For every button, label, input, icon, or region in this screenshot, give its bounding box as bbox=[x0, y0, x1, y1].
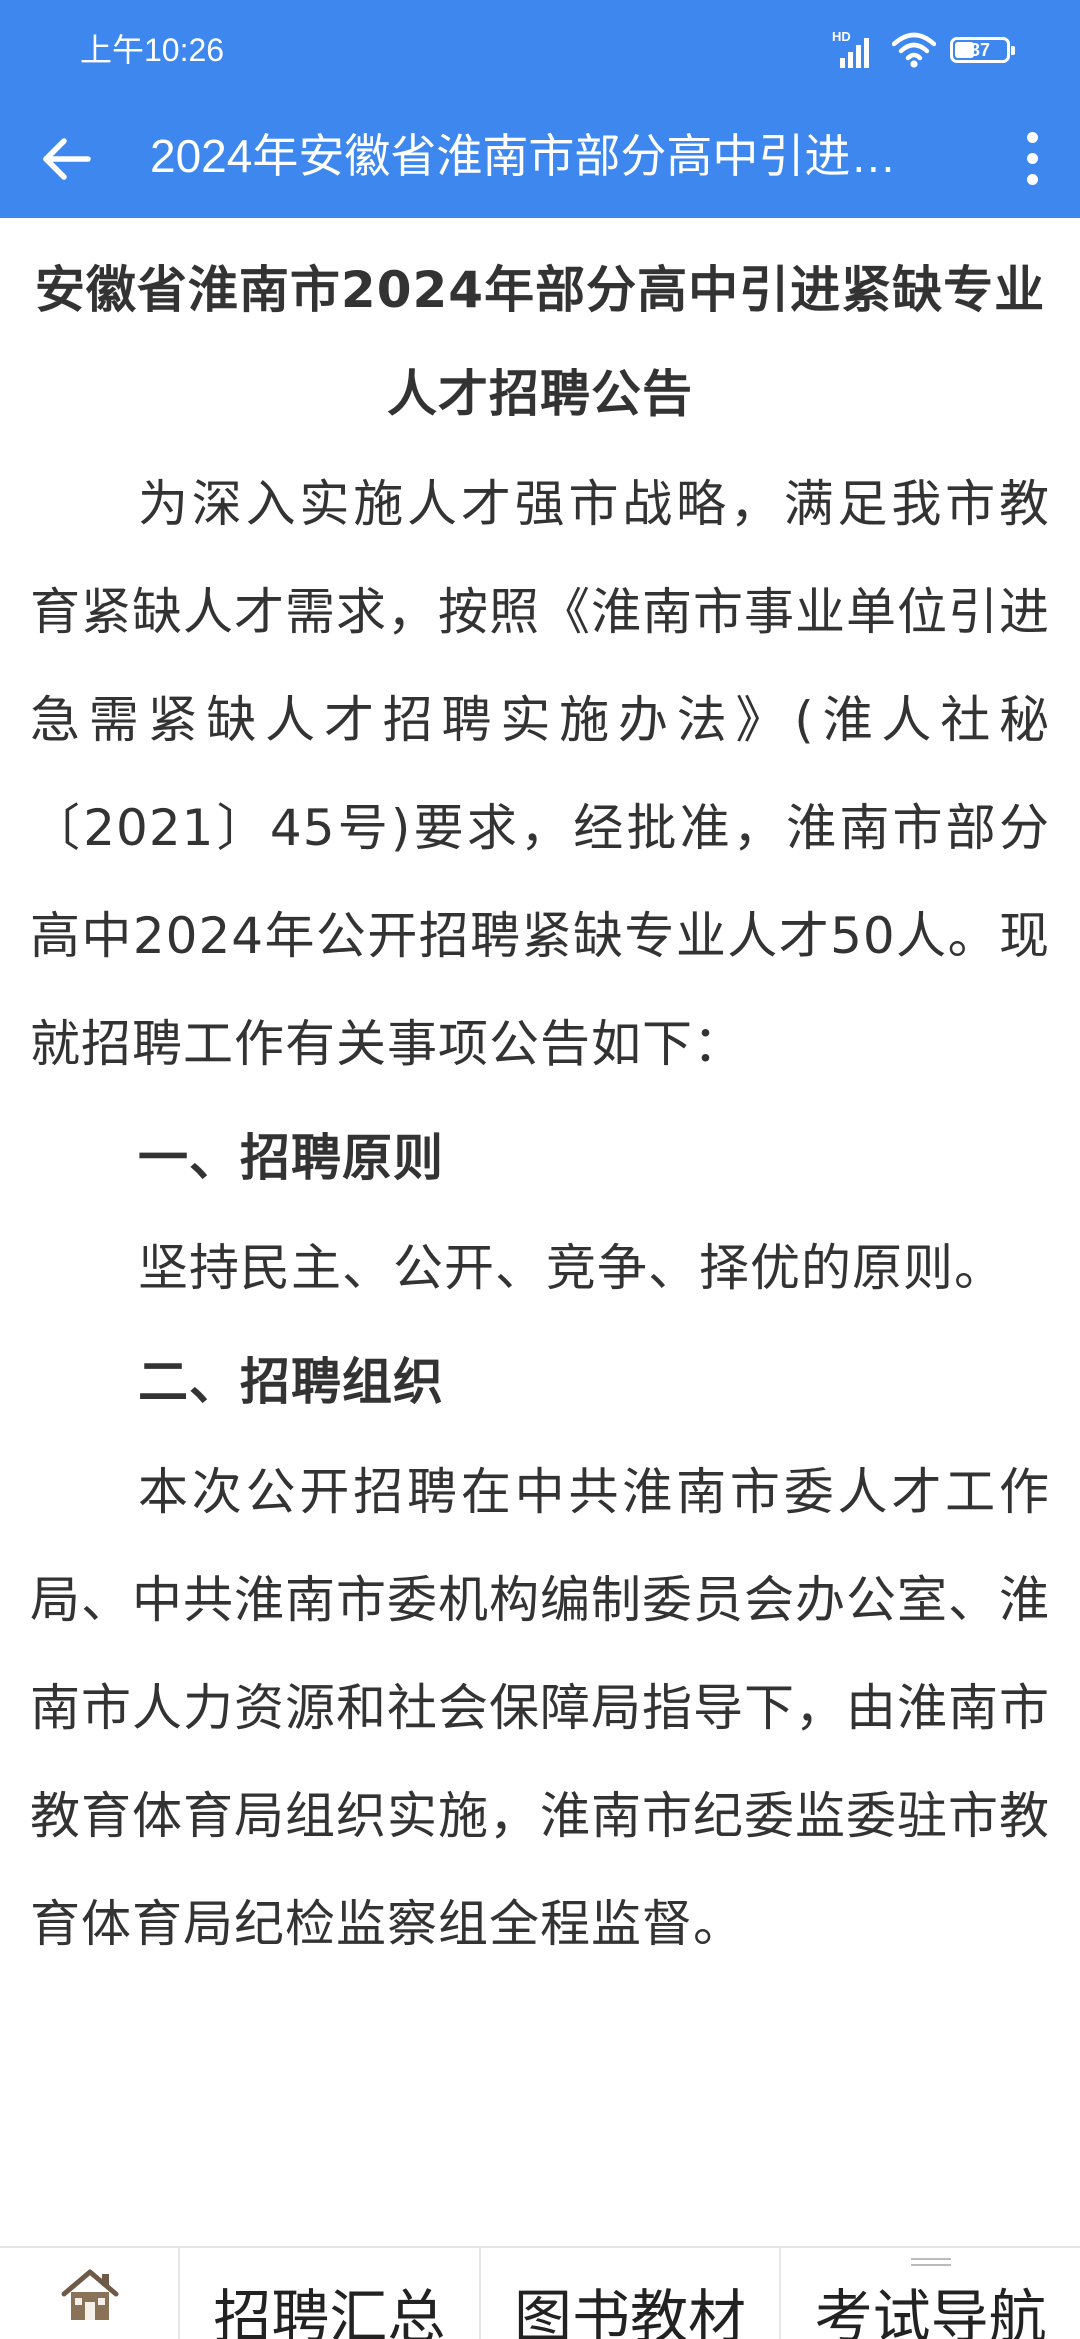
tab-books-materials[interactable]: 图书教材 bbox=[481, 2248, 782, 2339]
section-body-principle: 坚持民主、公开、竞争、择优的原则。 bbox=[138, 1239, 1005, 1297]
tab-label: 招聘汇总 bbox=[213, 2283, 446, 2339]
more-options-button[interactable] bbox=[1002, 120, 1062, 196]
tab-label: 考试导航 bbox=[814, 2283, 1047, 2339]
intro-paragraph: 为深入实施人才强市战略，满足我市教育紧缺人才需求，按照《淮南市事业单位引进急需紧… bbox=[30, 475, 1050, 1073]
battery-level: 37 bbox=[969, 40, 991, 60]
article-content[interactable]: 安徽省淮南市2024年部分高中引进紧缺专业人才招聘公告 为深入实施人才强市战略，… bbox=[30, 218, 1050, 2238]
section-body-organization: 本次公开招聘在中共淮南市委人才工作局、中共淮南市委机构编制委员会办公室、淮南市人… bbox=[30, 1463, 1050, 1953]
more-dot bbox=[1026, 173, 1038, 185]
wifi-icon bbox=[892, 32, 936, 68]
battery-icon: 37 bbox=[950, 37, 1015, 63]
article-title: 安徽省淮南市2024年部分高中引进紧缺专业人才招聘公告 bbox=[34, 261, 1046, 423]
more-vertical-icon bbox=[1026, 131, 1038, 143]
status-icons: HD 37 bbox=[832, 28, 1015, 72]
cellular-signal-icon: HD bbox=[832, 30, 878, 70]
app-bar: 2024年安徽省淮南市部分高中引进紧缺专业人才招聘公告 bbox=[0, 100, 1080, 218]
tab-menu-indicator-icon bbox=[910, 2258, 951, 2272]
more-dot bbox=[1026, 152, 1038, 164]
arrow-left-icon bbox=[43, 138, 91, 180]
home-tab[interactable] bbox=[0, 2248, 180, 2339]
app-title: 2024年安徽省淮南市部分高中引进紧缺专业人才招聘公告 bbox=[150, 130, 920, 182]
network-badge: HD bbox=[832, 29, 851, 44]
status-bar: 上午10:26 HD 37 bbox=[0, 0, 1080, 100]
tab-label: 图书教材 bbox=[514, 2283, 747, 2339]
section-heading-organization: 二、招聘组织 bbox=[138, 1353, 444, 1411]
bottom-nav: 招聘汇总 图书教材 考试导航 bbox=[0, 2246, 1080, 2339]
status-time: 上午10:26 bbox=[80, 32, 225, 68]
home-icon bbox=[61, 2269, 119, 2320]
section-heading-principle: 一、招聘原则 bbox=[138, 1129, 444, 1187]
app-root: 上午10:26 HD 37 2024年安徽省淮南市部分高中引进紧 安徽省淮南市2… bbox=[0, 0, 1080, 2339]
back-button[interactable] bbox=[26, 124, 106, 194]
tab-exam-navigation[interactable]: 考试导航 bbox=[781, 2248, 1080, 2339]
tab-recruitment-summary[interactable]: 招聘汇总 bbox=[180, 2248, 481, 2339]
